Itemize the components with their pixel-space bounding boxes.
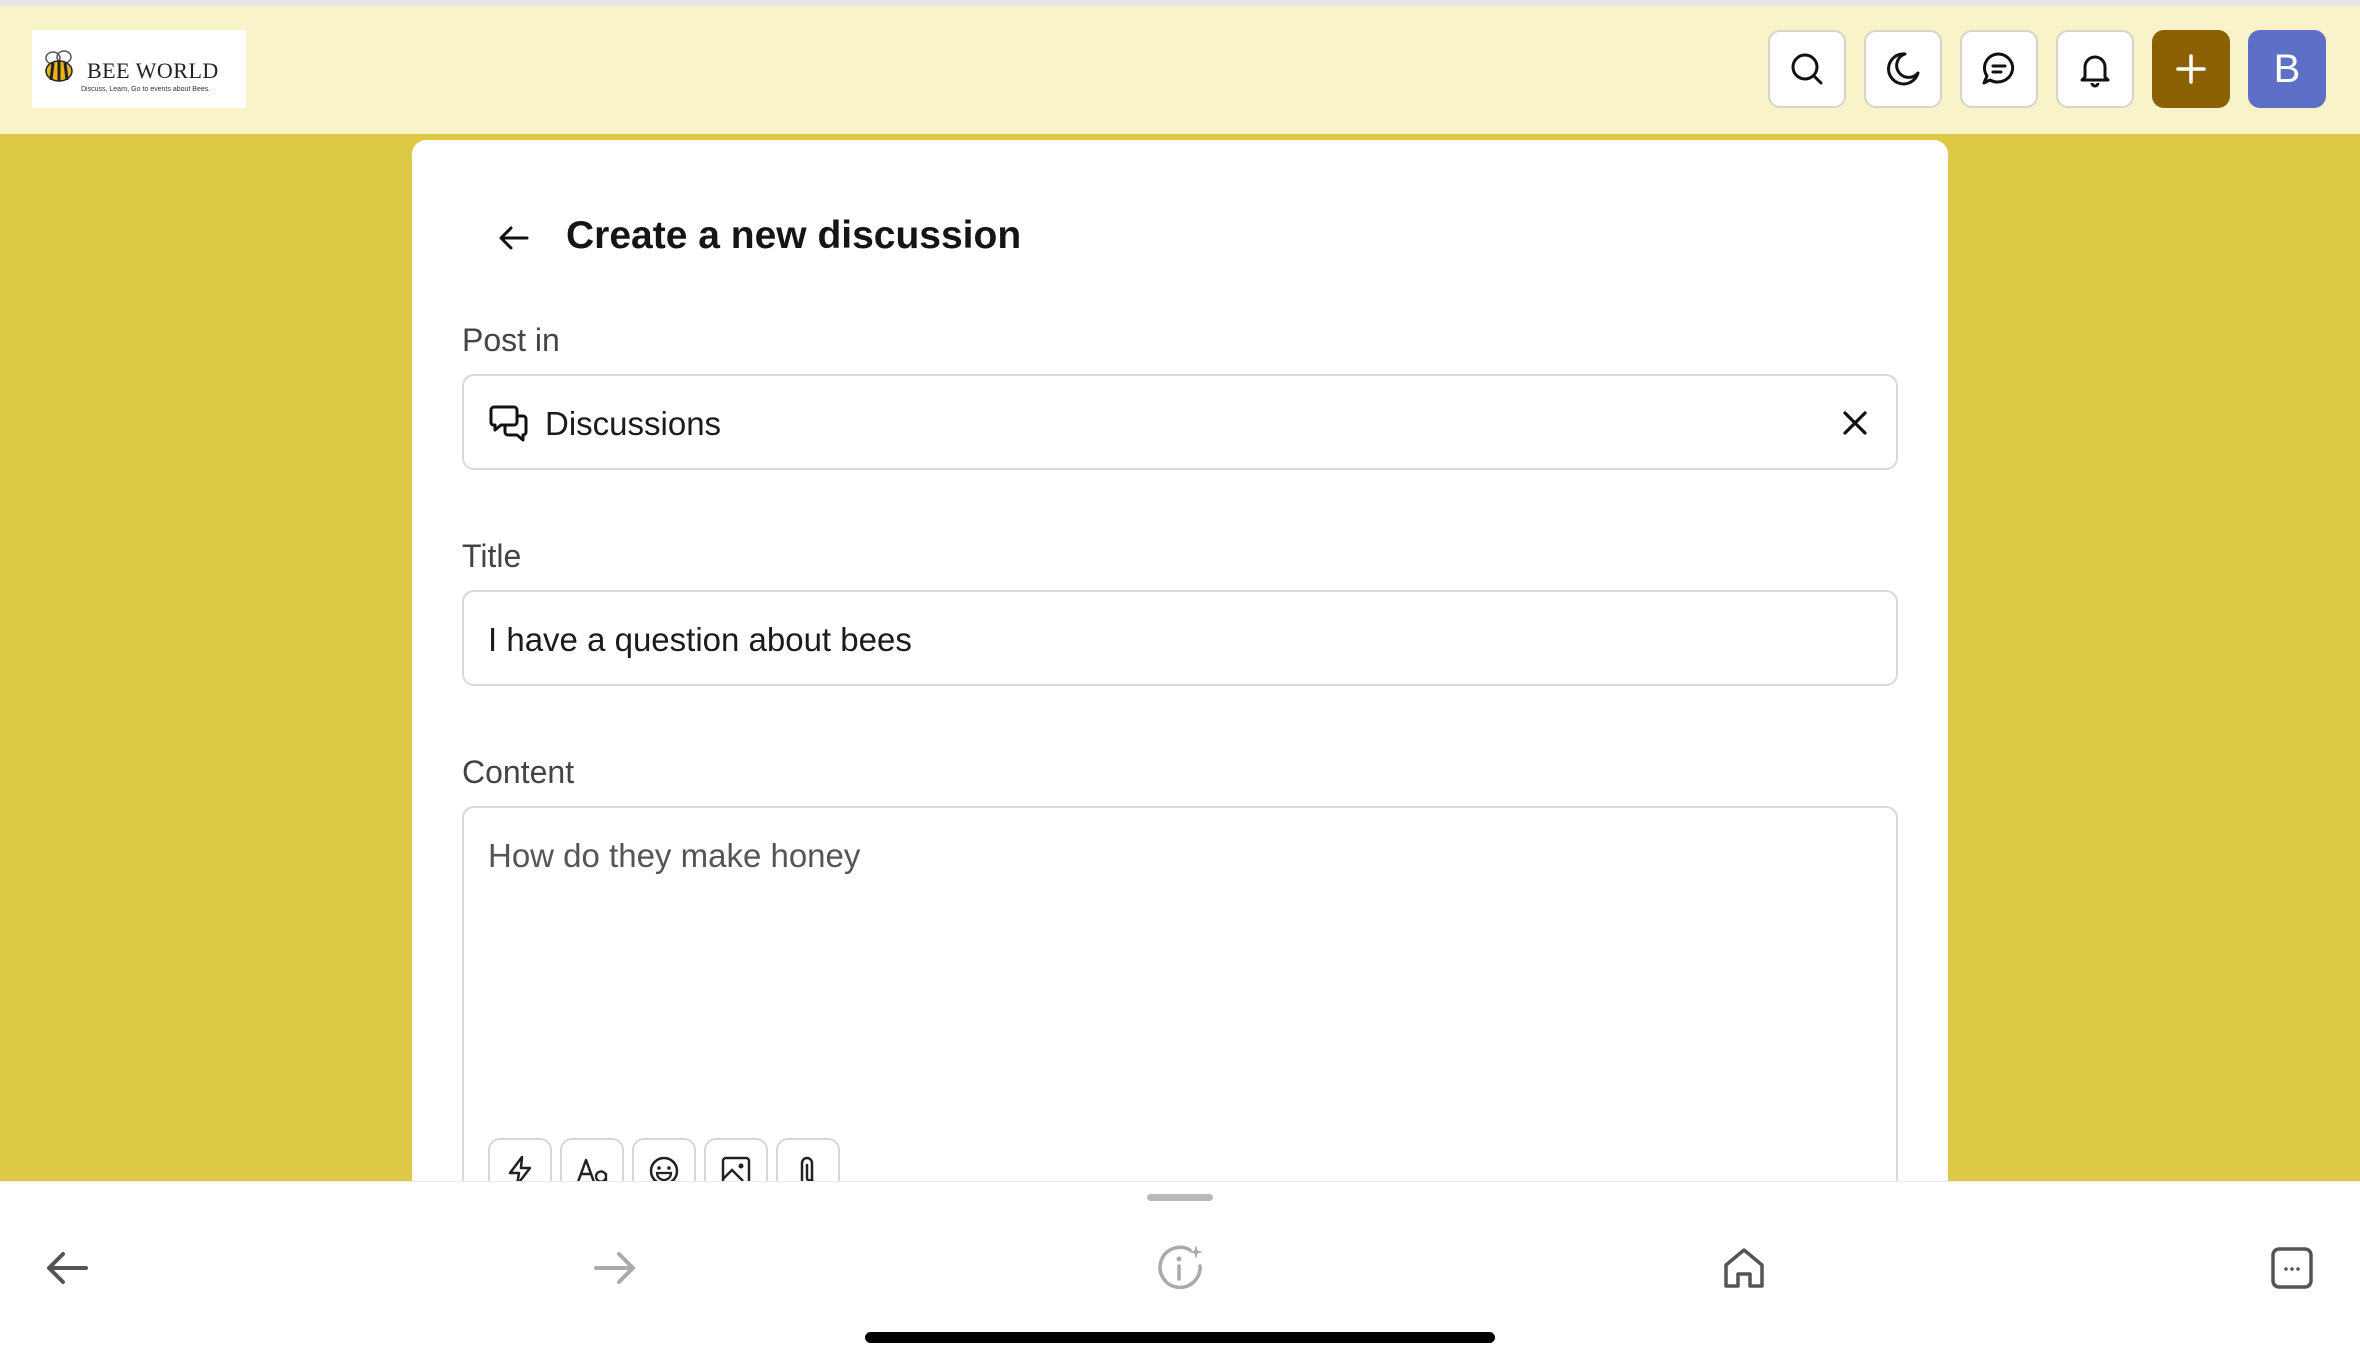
post-in-label: Post in bbox=[462, 322, 560, 358]
browser-toolbar bbox=[0, 1181, 2360, 1359]
arrow-left-icon bbox=[499, 226, 529, 250]
browser-tabs-button[interactable] bbox=[2262, 1238, 2322, 1298]
user-avatar[interactable]: B bbox=[2248, 30, 2326, 108]
search-icon bbox=[1791, 53, 1823, 85]
page-title: Create a new discussion bbox=[566, 214, 1022, 257]
bell-icon bbox=[2080, 55, 2110, 88]
bee-icon bbox=[45, 50, 73, 82]
post-in-value: Discussions bbox=[545, 405, 722, 442]
browser-home-button[interactable] bbox=[1714, 1238, 1774, 1298]
title-input-value: I have a question about bees bbox=[488, 621, 912, 658]
home-icon bbox=[1724, 1248, 1764, 1288]
site-logo[interactable]: BEE WORLD Discuss, Learn, Go to events a… bbox=[32, 30, 246, 108]
search-button[interactable] bbox=[1768, 30, 1846, 108]
moon-icon bbox=[1887, 52, 1920, 86]
sheet-handle[interactable] bbox=[1147, 1194, 1213, 1201]
content-editor-text: How do they make honey bbox=[488, 837, 861, 874]
logo-tagline: Discuss, Learn, Go to events about Bees. bbox=[81, 86, 211, 93]
close-icon[interactable] bbox=[1840, 408, 1870, 438]
browser-back-button[interactable] bbox=[38, 1238, 98, 1298]
discussion-form-card: Create a new discussion Post in Discussi… bbox=[412, 140, 1948, 1306]
home-indicator bbox=[865, 1332, 1495, 1343]
browser-forward-button[interactable] bbox=[584, 1238, 644, 1298]
back-icon bbox=[47, 1252, 88, 1284]
info-icon bbox=[1158, 1245, 1203, 1290]
discussions-icon bbox=[489, 405, 528, 442]
create-button[interactable] bbox=[2152, 30, 2230, 108]
back-button[interactable] bbox=[484, 208, 544, 268]
post-in-select[interactable]: Discussions bbox=[462, 374, 1898, 470]
app-header: BEE WORLD Discuss, Learn, Go to events a… bbox=[0, 6, 2360, 134]
title-input[interactable]: I have a question about bees bbox=[462, 590, 1898, 686]
page-info-button[interactable] bbox=[1150, 1238, 1210, 1298]
logo-title: BEE WORLD bbox=[87, 58, 219, 83]
title-label: Title bbox=[462, 538, 522, 574]
tabs-icon bbox=[2271, 1247, 2313, 1289]
dark-mode-button[interactable] bbox=[1864, 30, 1942, 108]
content-label: Content bbox=[462, 754, 575, 790]
notifications-button[interactable] bbox=[2056, 30, 2134, 108]
forward-icon bbox=[594, 1252, 635, 1284]
plus-icon bbox=[2176, 54, 2206, 84]
messages-button[interactable] bbox=[1960, 30, 2038, 108]
chat-icon bbox=[1982, 52, 2015, 85]
